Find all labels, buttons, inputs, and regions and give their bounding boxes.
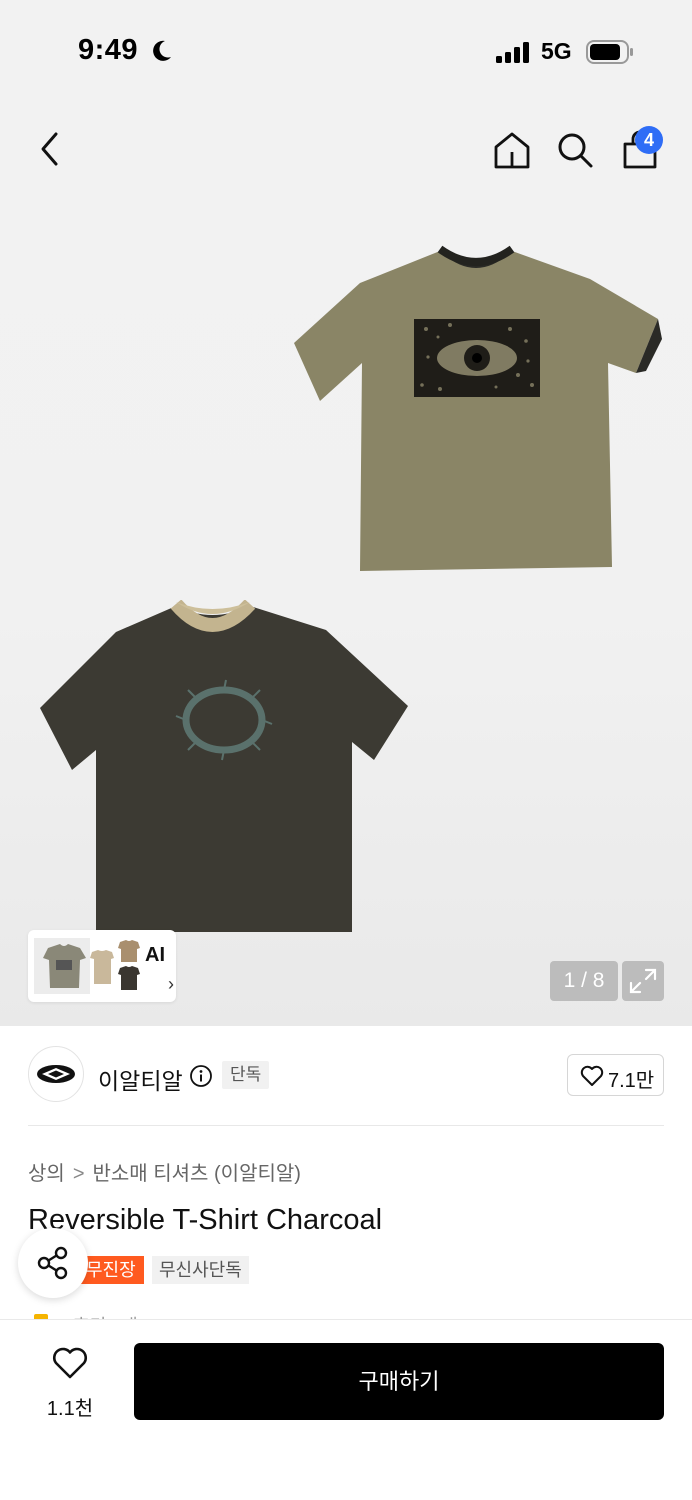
brand-logo[interactable] — [28, 1046, 84, 1102]
breadcrumb-category[interactable]: 상의 — [28, 1163, 65, 1185]
brand-logo-icon — [37, 1065, 75, 1083]
product-image-gallery[interactable]: 9:49 5G 4 AI › 1 / 8 — [0, 0, 692, 1026]
status-bar: 9:49 5G — [0, 0, 692, 100]
styling-thumbnail-image — [34, 938, 140, 994]
info-icon[interactable] — [189, 1064, 213, 1088]
status-time: 9:49 — [78, 34, 139, 66]
heart-icon — [580, 1065, 604, 1086]
search-icon[interactable] — [556, 131, 594, 169]
wishlist-count: 1.1천 — [46, 1398, 94, 1420]
bottom-action-bar: 1.1천 구매하기 — [0, 1319, 692, 1500]
buy-button[interactable]: 구매하기 — [134, 1343, 664, 1420]
wishlist-button[interactable]: 1.1천 — [28, 1346, 112, 1420]
moon-icon — [153, 40, 171, 61]
cart-count-badge: 4 — [635, 126, 663, 154]
breadcrumb-separator: > — [72, 1163, 85, 1185]
share-icon — [37, 1246, 68, 1280]
brand-like-count: 7.1만 — [608, 1070, 655, 1092]
ai-styling-thumbnail[interactable]: AI › — [28, 930, 176, 1002]
brand-row: 이알티알 단독 7.1만 — [0, 1026, 692, 1126]
ai-label: AI — [145, 944, 165, 966]
product-title: Reversible T-Shirt Charcoal — [28, 1204, 383, 1236]
breadcrumb-subcategory[interactable]: 반소매 티셔츠 (이알티알) — [93, 1163, 301, 1185]
divider — [28, 1125, 664, 1126]
expand-icon — [629, 968, 657, 994]
brand-name[interactable]: 이알티알 — [98, 1062, 183, 1096]
breadcrumb: 상의 > 반소매 티셔츠 (이알티알) — [28, 1157, 301, 1186]
musinsa-exclusive-tag: 무신사단독 — [152, 1256, 249, 1284]
olive-tshirt-image — [294, 245, 662, 571]
signal-icon — [496, 42, 529, 63]
exclusive-badge: 단독 — [222, 1061, 270, 1089]
back-icon[interactable] — [30, 128, 72, 170]
image-page-indicator: 1 / 8 — [550, 961, 618, 1001]
brand-like-button[interactable]: 7.1만 — [567, 1054, 664, 1096]
dark-tshirt-image — [40, 600, 408, 932]
chevron-right-icon: › — [168, 974, 174, 994]
expand-button[interactable] — [622, 961, 664, 1001]
battery-icon — [586, 40, 633, 64]
share-button[interactable] — [18, 1228, 88, 1298]
network-type: 5G — [541, 38, 572, 64]
home-icon[interactable] — [492, 130, 532, 170]
heart-icon — [53, 1347, 87, 1379]
